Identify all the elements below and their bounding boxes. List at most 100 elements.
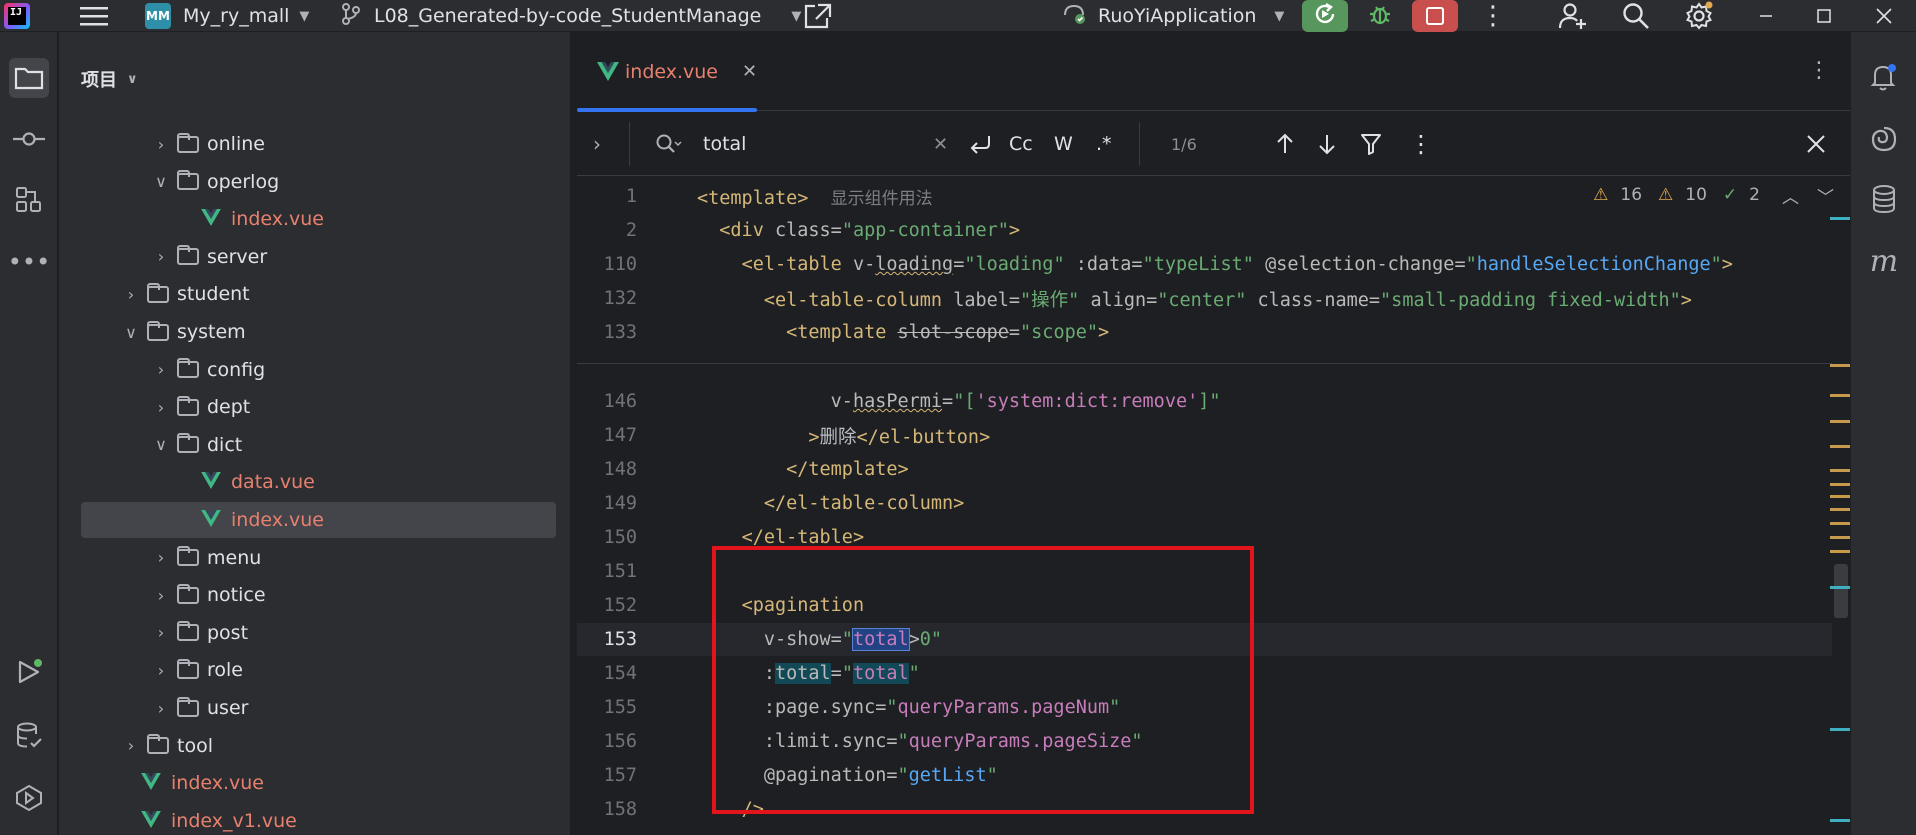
tab-index-vue[interactable]: index.vue ✕ [577,32,757,112]
open-external-icon[interactable] [803,0,833,32]
tree-folder[interactable]: › dept [81,389,556,425]
notifications-icon[interactable] [1865,58,1903,96]
chevron-right-icon[interactable]: › [151,548,171,567]
tree-file[interactable]: index.vue [81,765,556,801]
tree-file[interactable]: index_v1.vue [81,803,556,835]
line-number: 147 [603,425,637,446]
next-occurrence-icon[interactable] [1318,112,1336,176]
vue-file-icon [201,472,225,492]
more-vert-icon[interactable]: ⋮ [1409,112,1433,176]
chevron-down-icon[interactable]: ∨ [151,435,171,454]
close-icon[interactable] [1856,0,1912,32]
match-case-toggle[interactable]: Cc [1009,112,1033,176]
chevron-right-icon[interactable]: › [121,736,141,755]
tree-folder[interactable]: › tool [81,728,556,764]
find-input[interactable] [703,133,903,155]
code-line[interactable]: 159 [577,827,1832,835]
regex-toggle[interactable]: .* [1096,112,1112,176]
clear-search-icon[interactable]: ✕ [933,112,948,176]
tree-folder[interactable]: › notice [81,577,556,613]
run-config-selector[interactable]: RuoYiApplication ▼ [1062,0,1284,32]
run-icon[interactable] [9,652,49,692]
main-menu-icon[interactable] [80,0,108,32]
previous-occurrence-icon[interactable] [1276,112,1294,176]
line-source: v-hasPermi="['system:dict:remove']" [830,391,1221,412]
newline-icon[interactable] [969,112,993,176]
more-vert-icon[interactable]: ⋮ [1480,0,1506,32]
tree-folder[interactable]: › post [81,615,556,651]
close-find-icon[interactable] [1806,112,1826,176]
ai-assistant-icon[interactable] [1865,120,1903,158]
tree-folder[interactable]: ∨ system [81,314,556,350]
services-icon[interactable] [9,778,49,818]
chevron-right-icon[interactable]: › [151,360,171,379]
services-db-icon[interactable] [9,716,49,756]
inspection-widget[interactable]: ⚠ 16 ⚠ 10 ✓ 2 ︿ ﹀ [1593,183,1834,208]
tree-folder[interactable]: › role [81,652,556,688]
project-folder-icon[interactable] [9,58,49,98]
tree-file[interactable]: index.vue [81,502,556,538]
chevron-right-icon[interactable]: › [151,398,171,417]
debug-button[interactable] [1357,0,1403,32]
code-line[interactable]: 148 </template> [577,453,1832,486]
expand-replace-icon[interactable]: › [593,112,601,176]
structure-icon[interactable] [9,180,49,220]
tree-folder[interactable]: › config [81,352,556,388]
stop-button[interactable] [1412,0,1458,32]
code-line[interactable]: 132 <el-table-column label="操作" align="c… [577,282,1832,315]
chevron-up-icon[interactable]: ︿ [1782,183,1799,208]
chevron-right-icon[interactable]: › [151,135,171,154]
filter-icon[interactable] [1361,112,1381,176]
folder-icon [147,282,169,303]
chevron-down-icon[interactable]: ∨ [121,323,141,342]
more-horiz-icon[interactable]: ••• [8,242,50,282]
maven-icon[interactable]: m [1865,242,1903,280]
chevron-right-icon[interactable]: › [151,623,171,642]
scrollbar-markers[interactable] [1830,177,1850,835]
whole-word-toggle[interactable]: W [1054,112,1073,176]
vue-file-icon [201,510,225,530]
rerun-button[interactable] [1302,0,1348,32]
chevron-down-icon[interactable]: ∨ [151,172,171,191]
tree-folder[interactable]: › student [81,276,556,312]
code-line[interactable]: 149 </el-table-column> [577,487,1832,520]
add-user-icon[interactable] [1558,0,1588,32]
tree-folder[interactable]: ∨ operlog [81,164,556,200]
tree-folder[interactable]: ∨ dict [81,427,556,463]
separator [629,122,630,166]
tree-file[interactable]: data.vue [81,464,556,500]
app-logo[interactable]: IJ [4,0,44,32]
commit-icon[interactable] [9,119,49,159]
chevron-down-icon: ▼ [1274,8,1285,24]
code-line[interactable]: 110 <el-table v-loading="loading" :data=… [577,248,1832,281]
scroll-thumb[interactable] [1834,564,1848,618]
project-panel-header[interactable]: 项目 ∨ [81,66,138,92]
database-icon[interactable] [1865,180,1903,218]
close-icon[interactable]: ✕ [742,61,757,82]
chevron-right-icon[interactable]: › [121,285,141,304]
more-vert-icon[interactable]: ⋮ [1808,58,1830,83]
maximize-icon[interactable] [1796,0,1852,32]
search-icon[interactable] [1622,0,1650,32]
code-line[interactable]: 133 <template slot-scope="scope"> [577,316,1832,349]
branch-switcher[interactable]: L08_Generated-by-code_StudentManage ▼ [342,0,801,32]
tree-folder[interactable]: › server [81,239,556,275]
tree-folder[interactable]: › menu [81,540,556,576]
code-line[interactable]: 147 >删除</el-button> [577,419,1832,452]
tree-folder[interactable]: › user [81,690,556,726]
tree-folder[interactable]: › online [81,126,556,162]
search-history-icon[interactable] [655,112,683,176]
code-line[interactable]: 2 <div class="app-container"> [577,214,1832,247]
settings-icon[interactable] [1684,0,1714,32]
chevron-right-icon[interactable]: › [151,699,171,718]
line-number: 157 [603,765,637,786]
project-switcher[interactable]: MM My_ry_mall ▼ [145,0,309,32]
tree-file[interactable]: index.vue [81,201,556,237]
vue-file-icon [141,773,165,793]
minimize-icon[interactable] [1738,0,1794,32]
chevron-right-icon[interactable]: › [151,586,171,605]
ok-check-icon: ✓ [1722,185,1738,205]
chevron-right-icon[interactable]: › [151,247,171,266]
code-line[interactable]: 146 v-hasPermi="['system:dict:remove']" [577,385,1832,418]
chevron-right-icon[interactable]: › [151,661,171,680]
